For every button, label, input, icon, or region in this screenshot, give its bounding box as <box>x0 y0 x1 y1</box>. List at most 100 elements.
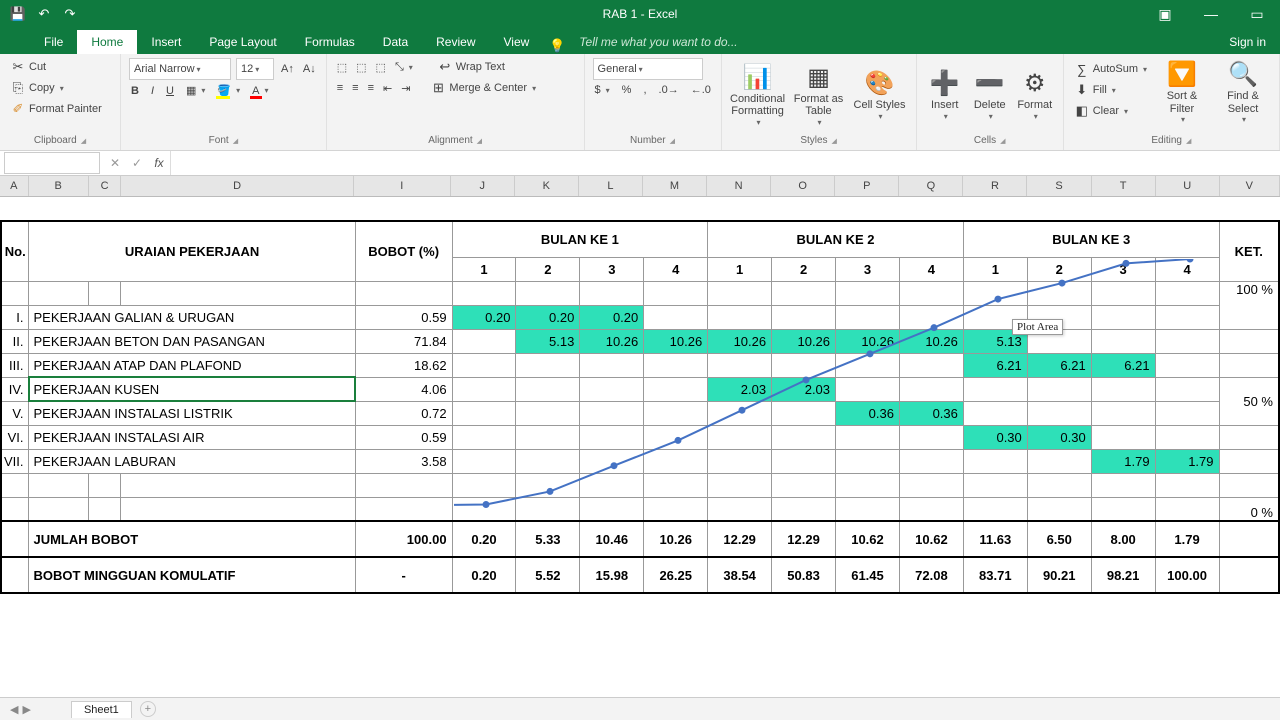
tell-me-input[interactable]: Tell me what you want to do... <box>565 30 751 54</box>
cut-button[interactable]: ✂Cut <box>8 58 112 76</box>
sort-label: Sort & Filter <box>1154 90 1210 115</box>
copy-label: Copy <box>29 82 55 94</box>
align-right-button[interactable]: ≡ <box>366 81 376 95</box>
font-size-select[interactable]: 12 <box>236 58 274 80</box>
redo-icon[interactable]: ↷ <box>62 6 78 22</box>
cond-label: Conditional Formatting <box>730 93 786 118</box>
number-format-select[interactable]: General <box>593 58 703 80</box>
merge-icon: ⊞ <box>430 80 446 96</box>
ribbon-tabs: File Home Insert Page Layout Formulas Da… <box>0 28 1280 54</box>
cut-label: Cut <box>29 61 46 73</box>
maximize-icon[interactable]: ▭ <box>1234 0 1280 28</box>
insert-label: Insert <box>931 99 959 112</box>
cancel-formula-icon[interactable]: ✕ <box>104 156 126 170</box>
chart-tooltip: Plot Area <box>1012 319 1063 335</box>
align-top-button[interactable]: ⬚ <box>335 60 349 75</box>
fill-button[interactable]: ⬇Fill <box>1072 81 1149 99</box>
table-label: Format as Table <box>791 93 847 118</box>
fx-icon[interactable]: fx <box>148 156 170 170</box>
accounting-button[interactable]: $ <box>593 83 612 97</box>
wrap-label: Wrap Text <box>456 61 505 73</box>
enter-formula-icon[interactable]: ✓ <box>126 156 148 170</box>
tab-insert[interactable]: Insert <box>137 30 195 54</box>
tab-nav-prev-icon[interactable]: ◀ <box>10 703 18 716</box>
dec-inc-button[interactable]: .0→ <box>657 83 681 97</box>
shrink-font-button[interactable]: A↓ <box>301 62 318 76</box>
find-select-button[interactable]: 🔍Find & Select <box>1215 58 1271 124</box>
sort-filter-button[interactable]: 🔽Sort & Filter <box>1154 58 1210 124</box>
grow-font-button[interactable]: A↑ <box>279 62 296 76</box>
ribbon: ✂Cut ⎘Copy ✐Format Painter Clipboard Ari… <box>0 54 1280 151</box>
font-name-select[interactable]: Arial Narrow <box>129 58 231 80</box>
merge-center-button[interactable]: ⊞Merge & Center <box>428 79 538 97</box>
column-headers[interactable]: ABCDIJKLMNOPQRSTUV <box>0 176 1280 197</box>
align-center-button[interactable]: ≡ <box>350 81 360 95</box>
comma-button[interactable]: , <box>641 83 648 97</box>
find-label: Find & Select <box>1215 90 1271 115</box>
autosum-button[interactable]: ∑AutoSum <box>1072 60 1149 78</box>
delete-icon: ➖ <box>975 69 1005 99</box>
indent-inc-button[interactable]: ⇥ <box>399 81 412 96</box>
save-icon[interactable]: 💾 <box>10 6 26 22</box>
tab-nav-next-icon[interactable]: ▶ <box>22 703 30 716</box>
minimize-icon[interactable]: — <box>1188 0 1234 28</box>
align-middle-button[interactable]: ⬚ <box>354 60 368 75</box>
tab-home[interactable]: Home <box>77 30 137 54</box>
tab-review[interactable]: Review <box>422 30 489 54</box>
table-icon: ▦ <box>807 63 830 93</box>
new-sheet-button[interactable]: + <box>140 701 156 717</box>
cellstyle-label: Cell Styles <box>854 99 906 112</box>
orientation-button[interactable]: ⤡ <box>393 60 415 75</box>
underline-button[interactable]: U <box>164 84 176 98</box>
insert-cells-button[interactable]: ➕Insert <box>925 67 965 121</box>
tab-formulas[interactable]: Formulas <box>291 30 369 54</box>
group-styles-label: Styles <box>730 135 908 148</box>
painter-label: Format Painter <box>29 103 102 115</box>
tab-page-layout[interactable]: Page Layout <box>195 30 290 54</box>
styles-icon: 🎨 <box>865 69 895 99</box>
border-button[interactable]: ▦ <box>184 83 207 98</box>
conditional-formatting-button[interactable]: 📊Conditional Formatting <box>730 61 786 127</box>
restore-icon[interactable]: ▣ <box>1142 0 1188 28</box>
sheet-tab-bar: ◀ ▶ Sheet1 + <box>0 697 1280 720</box>
fill-label: Fill <box>1093 84 1107 96</box>
worksheet[interactable]: No.URAIAN PEKERJAANBOBOT (%)BULAN KE 1BU… <box>0 197 1280 721</box>
sign-in-link[interactable]: Sign in <box>1215 30 1280 54</box>
bold-button[interactable]: B <box>129 84 141 98</box>
delete-cells-button[interactable]: ➖Delete <box>970 67 1010 121</box>
sum-label: AutoSum <box>1093 63 1138 75</box>
copy-button[interactable]: ⎘Copy <box>8 79 112 97</box>
format-label: Format <box>1017 99 1052 112</box>
fill-color-button[interactable]: 🪣 <box>215 83 242 98</box>
sheet-tab[interactable]: Sheet1 <box>71 701 132 718</box>
copy-icon: ⎘ <box>10 80 26 96</box>
fill-icon: ⬇ <box>1074 82 1090 98</box>
format-painter-button[interactable]: ✐Format Painter <box>8 100 112 118</box>
sigma-icon: ∑ <box>1074 61 1090 77</box>
clear-button[interactable]: ◧Clear <box>1072 102 1149 120</box>
percent-button[interactable]: % <box>620 83 634 97</box>
insert-icon: ➕ <box>930 69 960 99</box>
scissors-icon: ✂ <box>10 59 26 75</box>
wrap-text-button[interactable]: ↩Wrap Text <box>435 58 507 76</box>
tab-view[interactable]: View <box>490 30 544 54</box>
dec-dec-button[interactable]: ←.0 <box>689 83 713 97</box>
font-color-button[interactable]: A <box>250 84 270 98</box>
group-clipboard-label: Clipboard <box>8 135 112 148</box>
italic-button[interactable]: I <box>149 84 156 98</box>
format-as-table-button[interactable]: ▦Format as Table <box>791 61 847 127</box>
undo-icon[interactable]: ↶ <box>36 6 52 22</box>
merge-label: Merge & Center <box>449 82 527 94</box>
window-title: RAB 1 - Excel <box>0 7 1280 21</box>
align-bottom-button[interactable]: ⬚ <box>374 60 388 75</box>
title-bar: 💾 ↶ ↷ RAB 1 - Excel ▣ — ▭ <box>0 0 1280 28</box>
format-cells-button[interactable]: ⚙Format <box>1015 67 1055 121</box>
indent-dec-button[interactable]: ⇤ <box>381 81 394 96</box>
align-left-button[interactable]: ≡ <box>335 81 345 95</box>
tab-data[interactable]: Data <box>369 30 422 54</box>
cell-styles-button[interactable]: 🎨Cell Styles <box>852 67 908 121</box>
eraser-icon: ◧ <box>1074 103 1090 119</box>
formula-input[interactable] <box>170 151 1280 175</box>
tab-file[interactable]: File <box>30 30 77 54</box>
name-box[interactable] <box>4 152 100 174</box>
